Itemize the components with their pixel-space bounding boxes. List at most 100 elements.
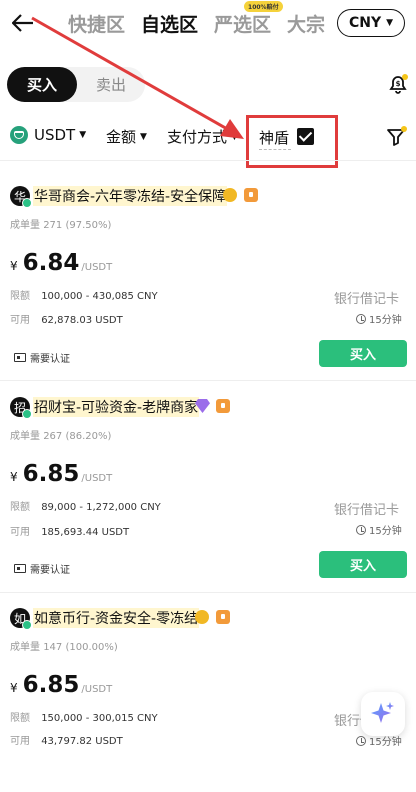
order-stats: 成单量 147 (100.00%) xyxy=(10,638,118,653)
top-bar: 快捷区 自选区 严选区 100%赔付 大宗 CNY ▼ xyxy=(0,0,416,46)
currency-selector[interactable]: CNY ▼ xyxy=(337,9,405,37)
verification-required: 需要认证 xyxy=(14,350,70,365)
price-value: 6.84 xyxy=(22,250,80,276)
order-stats: 成单量 267 (86.20%) xyxy=(10,427,111,442)
limit-value: 150,000 - 300,015 CNY xyxy=(41,713,158,724)
amount-filter-label: 金额 xyxy=(106,128,137,146)
online-status-icon xyxy=(22,198,32,208)
shield-checkbox[interactable] xyxy=(297,128,314,145)
tab-selected-label: 严选区 xyxy=(214,14,272,36)
available-row: 可用 185,693.44 USDT xyxy=(10,523,129,538)
compensation-badge: 100%赔付 xyxy=(244,1,283,12)
limit-label: 限额 xyxy=(10,291,30,302)
chevron-down-icon: ▼ xyxy=(231,131,238,142)
shield-filter-underline xyxy=(259,149,291,150)
stat-label: 成单量 xyxy=(10,642,40,653)
stat-value: 267 (86.20%) xyxy=(43,431,112,442)
online-status-icon xyxy=(22,409,32,419)
clock-icon xyxy=(356,313,366,324)
merchant-avatar[interactable]: 华 xyxy=(10,186,32,208)
limit-row: 限额 150,000 - 300,015 CNY xyxy=(10,709,158,724)
amount-filter[interactable]: 金额 ▼ xyxy=(106,126,147,147)
chevron-down-icon: ▼ xyxy=(386,18,394,28)
usdt-icon xyxy=(10,126,28,144)
gold-merchant-badge-icon xyxy=(223,188,237,202)
verification-required: 需要认证 xyxy=(14,561,70,576)
price-unit: /USDT xyxy=(81,473,113,484)
clock-icon xyxy=(356,524,366,535)
limit-row: 限额 100,000 - 430,085 CNY xyxy=(10,287,158,302)
merchant-avatar[interactable]: 如 xyxy=(10,608,32,630)
notification-bell-icon[interactable]: $ xyxy=(386,72,410,96)
available-row: 可用 62,878.03 USDT xyxy=(10,311,123,326)
chevron-down-icon: ▼ xyxy=(79,130,87,140)
currency-label: CNY xyxy=(348,15,382,31)
security-deposit-badge-icon xyxy=(216,610,230,624)
asset-filter[interactable]: USDT ▼ xyxy=(10,126,86,144)
available-value: 43,797.82 USDT xyxy=(41,736,123,747)
listing-card: 华 华哥商会-六年零冻结-安全保障 成单量 271 (97.50%) ¥ 6.8… xyxy=(0,160,416,370)
clock-icon xyxy=(356,735,366,746)
limit-value: 89,000 - 1,272,000 CNY xyxy=(41,502,161,513)
gold-merchant-badge-icon xyxy=(195,610,209,624)
payment-time: 15分钟 xyxy=(356,311,402,326)
order-stats: 成单量 271 (97.50%) xyxy=(10,216,111,231)
available-value: 62,878.03 USDT xyxy=(41,315,123,326)
merchant-name[interactable]: 招财宝-可验资金-老牌商家 xyxy=(33,397,200,417)
payment-time: 15分钟 xyxy=(356,522,402,537)
price: ¥ 6.84 /USDT xyxy=(10,250,112,276)
payment-time-value: 15分钟 xyxy=(369,526,402,537)
payment-filter[interactable]: 支付方式 ▼ xyxy=(167,126,238,147)
available-label: 可用 xyxy=(10,315,30,326)
payment-method: 银行借记卡 xyxy=(334,503,400,518)
stat-label: 成单量 xyxy=(10,431,40,442)
listing-card: 如 如意币行-资金安全-零冻结 成单量 147 (100.00%) ¥ 6.85… xyxy=(0,582,416,792)
filter-bar: USDT ▼ 金额 ▼ 支付方式 ▼ xyxy=(0,118,416,154)
currency-symbol: ¥ xyxy=(10,681,18,695)
tab-custom[interactable]: 自选区 xyxy=(141,10,198,37)
tab-bulk[interactable]: 大宗 xyxy=(287,10,325,37)
available-label: 可用 xyxy=(10,736,30,747)
verification-label: 需要认证 xyxy=(30,565,70,576)
available-label: 可用 xyxy=(10,527,30,538)
id-card-icon xyxy=(14,564,26,573)
stat-value: 147 (100.00%) xyxy=(43,642,118,653)
limit-label: 限额 xyxy=(10,713,30,724)
listing-card: 招 招财宝-可验资金-老牌商家 成单量 267 (86.20%) ¥ 6.85 … xyxy=(0,371,416,581)
payment-time-value: 15分钟 xyxy=(369,315,402,326)
limit-value: 100,000 - 430,085 CNY xyxy=(41,291,158,302)
verification-label: 需要认证 xyxy=(30,354,70,365)
price-value: 6.85 xyxy=(22,672,80,698)
asset-filter-label: USDT xyxy=(34,126,76,144)
id-card-icon xyxy=(14,353,26,362)
shield-filter-label: 神盾 xyxy=(259,129,290,147)
merchant-name[interactable]: 如意币行-资金安全-零冻结 xyxy=(33,608,200,628)
market-tabs: 快捷区 自选区 严选区 100%赔付 大宗 xyxy=(68,1,341,37)
security-deposit-badge-icon xyxy=(216,399,230,413)
buy-button[interactable]: 买入 xyxy=(319,551,407,578)
limit-label: 限额 xyxy=(10,502,30,513)
buy-tab[interactable]: 买入 xyxy=(7,67,77,102)
available-row: 可用 43,797.82 USDT xyxy=(10,732,123,747)
currency-symbol: ¥ xyxy=(10,259,18,273)
payment-method: 银行借记卡 xyxy=(334,292,400,307)
price-unit: /USDT xyxy=(81,262,113,273)
tab-selected[interactable]: 严选区 100%赔付 xyxy=(214,1,283,37)
tab-quick[interactable]: 快捷区 xyxy=(68,10,125,37)
sell-tab[interactable]: 卖出 xyxy=(77,67,145,102)
currency-symbol: ¥ xyxy=(10,470,18,484)
stat-label: 成单量 xyxy=(10,220,40,231)
ai-assistant-sparkle-icon[interactable] xyxy=(361,692,405,736)
available-value: 185,693.44 USDT xyxy=(41,527,130,538)
merchant-avatar[interactable]: 招 xyxy=(10,397,32,419)
price-value: 6.85 xyxy=(22,461,80,487)
merchant-name[interactable]: 华哥商会-六年零冻结-安全保障 xyxy=(33,186,228,206)
stat-value: 271 (97.50%) xyxy=(43,220,112,231)
buy-button[interactable]: 买入 xyxy=(319,340,407,367)
svg-text:$: $ xyxy=(396,80,401,88)
online-status-icon xyxy=(22,620,32,630)
filter-funnel-icon[interactable] xyxy=(386,126,408,148)
back-arrow-icon[interactable] xyxy=(8,8,38,38)
price: ¥ 6.85 /USDT xyxy=(10,461,112,487)
buy-sell-toggle: 买入 卖出 xyxy=(7,67,145,102)
